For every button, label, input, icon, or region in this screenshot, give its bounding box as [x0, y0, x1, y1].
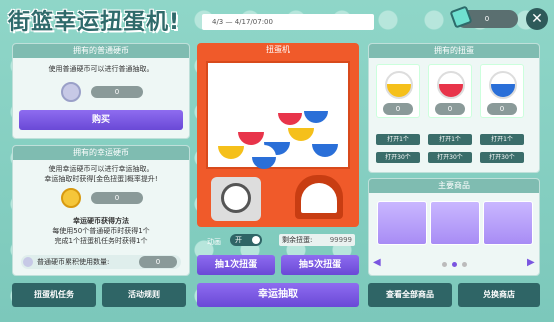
title-bar: 街篮幸运扭蛋机! 4/3 — 4/17/07:00 0 ✕: [0, 0, 554, 40]
capsule-icon: [489, 71, 517, 99]
machine-glass: [206, 61, 350, 169]
arrow-right-icon[interactable]: ▶: [527, 257, 535, 268]
lucky-coin-desc-2: 幸运抽取时获得[金色扭蛋]概率提升!: [44, 175, 158, 183]
anim-label: 动画: [207, 238, 221, 246]
arrow-left-icon[interactable]: ◀: [373, 257, 381, 268]
normal-coin-count: 0: [91, 86, 143, 98]
page-dot: [442, 262, 447, 267]
capsule: [278, 101, 302, 125]
owned-capsule-card: 0: [428, 64, 472, 118]
exchange-shop-button[interactable]: 兑换商店: [458, 283, 540, 307]
owned-capsule-card: 0: [480, 64, 524, 118]
owned-header: 拥有的扭蛋: [369, 44, 539, 58]
lucky-method-line-2: 完成1个扭蛋机任务时获得1个: [54, 237, 148, 245]
close-icon: ✕: [531, 11, 543, 27]
chute-opening: [301, 183, 337, 213]
capsule: [304, 99, 328, 123]
page-dot-active: [452, 262, 457, 267]
open-30-button[interactable]: 打开30个: [480, 152, 524, 163]
mission-button[interactable]: 扭蛋机任务: [12, 283, 96, 307]
lucky-method-title: 幸运硬币获得方法: [73, 217, 129, 225]
remain-box: 剩余扭蛋: 99999: [279, 234, 355, 246]
anim-toggle[interactable]: 开: [230, 234, 262, 246]
capsule-chute: [295, 175, 343, 219]
main-goods-panel: 主要商品 ◀ ▶: [368, 178, 540, 276]
remain-value: 99999: [329, 236, 352, 244]
event-date-range: 4/3 — 4/17/07:00: [202, 14, 374, 30]
draw-5-button[interactable]: 抽5次扭蛋: [281, 255, 359, 275]
goods-header: 主要商品: [369, 179, 539, 193]
capsule-icon: [437, 71, 465, 99]
machine-knob: [211, 177, 261, 221]
accum-coin-icon: [23, 257, 33, 267]
lucky-coin-icon: [61, 188, 81, 208]
toggle-icon: [252, 236, 260, 244]
buy-button[interactable]: 购买: [19, 110, 183, 130]
open-30-button[interactable]: 打开30个: [428, 152, 472, 163]
remain-label: 剩余扭蛋:: [282, 236, 313, 244]
normal-coin-panel: 拥有的普通硬币 使用普通硬币可以进行普通抽取。 0 购买: [12, 43, 190, 139]
open-1-button[interactable]: 打开1个: [376, 134, 420, 145]
rules-button[interactable]: 活动规则: [102, 283, 186, 307]
lucky-coin-desc-1: 使用幸运硬币可以进行幸运抽取。: [48, 165, 154, 173]
capsule: [252, 145, 276, 169]
capsule: [238, 119, 264, 145]
toggle-label: 开: [235, 236, 242, 244]
accum-label: 普通硬币累积使用数量:: [37, 258, 110, 266]
goods-item-1[interactable]: [377, 201, 427, 245]
capsule-icon: [385, 71, 413, 99]
open-1-button[interactable]: 打开1个: [480, 134, 524, 145]
normal-coin-icon: [61, 82, 81, 102]
page-dot: [462, 262, 467, 267]
machine-header: 扭蛋机: [266, 45, 290, 54]
knob-dial: [221, 183, 251, 213]
close-button[interactable]: ✕: [526, 8, 548, 30]
draw-1-button[interactable]: 抽1次扭蛋: [197, 255, 275, 275]
lucky-draw-button[interactable]: 幸运抽取: [197, 283, 359, 307]
page-title: 街篮幸运扭蛋机!: [8, 10, 181, 35]
gacha-machine: 扭蛋机: [197, 43, 359, 227]
accum-row: 普通硬币累积使用数量: 0: [21, 255, 181, 269]
normal-coin-desc: 使用普通硬币可以进行普通抽取。: [48, 65, 154, 73]
normal-coin-header: 拥有的普通硬币: [13, 44, 189, 58]
view-all-goods-button[interactable]: 查看全部商品: [368, 283, 452, 307]
owned-capsule-card: 0: [376, 64, 420, 118]
capsule: [312, 131, 338, 157]
capsule-count: 0: [435, 103, 465, 115]
lucky-coin-count: 0: [91, 192, 143, 204]
goods-item-3[interactable]: [483, 201, 533, 245]
lucky-method-line-1: 每使用50个普通硬币时获得1个: [52, 227, 150, 235]
accum-value: 0: [139, 256, 177, 268]
capsule-count: 0: [487, 103, 517, 115]
goods-item-2[interactable]: [430, 201, 480, 245]
open-30-button[interactable]: 打开30个: [376, 152, 420, 163]
capsule-count: 0: [383, 103, 413, 115]
lucky-coin-panel: 拥有的幸运硬币 使用幸运硬币可以进行幸运抽取。 幸运抽取时获得[金色扭蛋]概率提…: [12, 145, 190, 276]
open-1-button[interactable]: 打开1个: [428, 134, 472, 145]
lucky-coin-header: 拥有的幸运硬币: [13, 146, 189, 160]
